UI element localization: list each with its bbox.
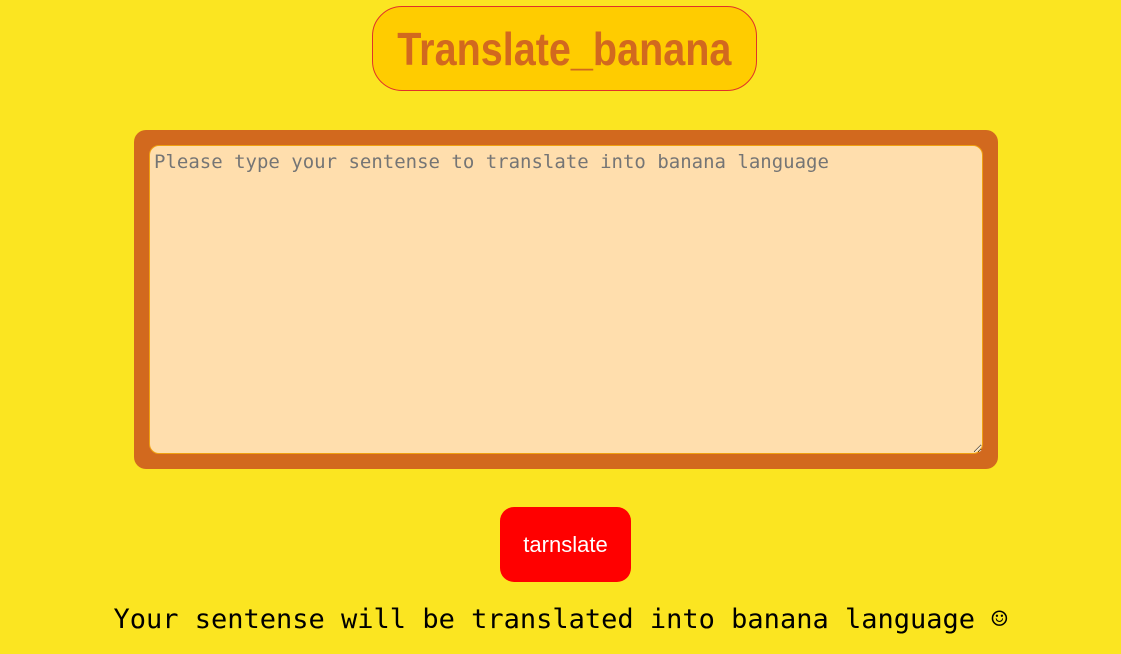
title-banner: Translate_banana bbox=[372, 6, 757, 91]
input-card bbox=[134, 130, 998, 469]
page: Translate_banana tarnslate Your sentense… bbox=[0, 0, 1121, 654]
page-title: Translate_banana bbox=[397, 22, 732, 75]
sentence-input[interactable] bbox=[149, 145, 983, 454]
translate-button[interactable]: tarnslate bbox=[500, 507, 631, 582]
translation-output: Your sentense will be translated into ba… bbox=[113, 604, 1008, 635]
